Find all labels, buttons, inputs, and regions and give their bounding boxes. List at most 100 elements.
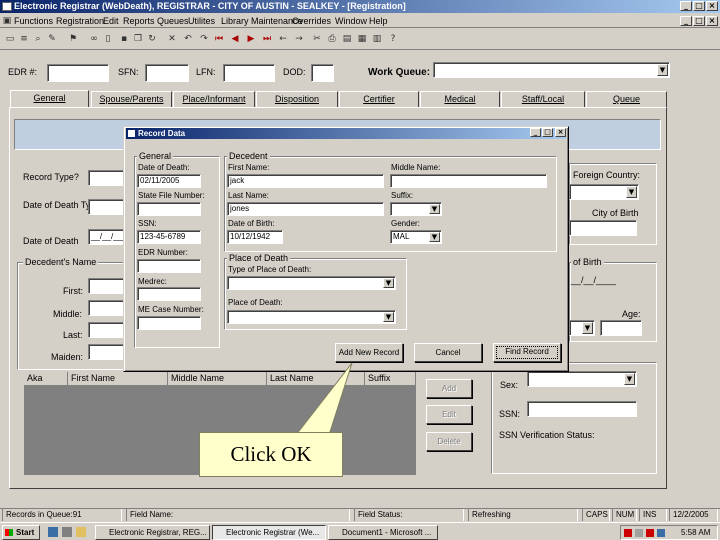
dlg-suffix-select[interactable]: ▼ xyxy=(390,202,442,216)
menu-help[interactable]: Help xyxy=(369,15,388,27)
dlg-place-select[interactable]: ▼ xyxy=(227,310,396,324)
find-record-button[interactable]: Find Record xyxy=(493,343,561,362)
first-name-field[interactable] xyxy=(88,278,124,294)
date-of-birth-value[interactable]: __/__/____ xyxy=(571,275,616,285)
dlg-date-of-death-field[interactable]: 02/11/2005 xyxy=(137,174,201,188)
close-icon[interactable]: × xyxy=(706,1,718,11)
lfn-field[interactable] xyxy=(223,64,275,82)
chevron-down-icon[interactable]: ▼ xyxy=(626,186,637,198)
next-record-icon[interactable]: ▶ xyxy=(244,32,258,46)
tab-queue[interactable]: Queue xyxy=(586,91,667,108)
clock[interactable]: 5:58 AM xyxy=(681,527,710,539)
age-unit-select[interactable]: ▼ xyxy=(569,320,595,336)
task-electronic-registrar-reg[interactable]: Electronic Registrar, REG... xyxy=(95,525,210,540)
sfn-field[interactable] xyxy=(145,64,189,82)
last-record-icon[interactable]: ⏭ xyxy=(260,32,274,46)
doc-icon[interactable]: ▣ xyxy=(2,14,12,28)
menu-window[interactable]: Window xyxy=(335,15,367,27)
dlg-edr-field[interactable] xyxy=(137,259,201,273)
book-icon[interactable]: ▥ xyxy=(370,32,384,46)
tab-certifier[interactable]: Certifier xyxy=(339,91,419,108)
folder-icon[interactable] xyxy=(76,527,86,537)
column-header-aka[interactable]: Aka xyxy=(24,372,68,386)
dlg-medrec-field[interactable] xyxy=(137,287,201,301)
task-electronic-registrar-web[interactable]: Electronic Registrar (We... xyxy=(212,525,326,540)
menu-queues[interactable]: Queues xyxy=(157,15,189,27)
dialog-maximize-icon[interactable]: □ xyxy=(542,128,553,137)
tools-icon[interactable]: ✎ xyxy=(45,32,59,46)
tray-icon-2[interactable] xyxy=(635,529,643,537)
delete-icon[interactable]: ✕ xyxy=(165,32,179,46)
child-close-icon[interactable]: × xyxy=(706,16,718,26)
task-document1[interactable]: Document1 - Microsoft ... xyxy=(328,525,438,540)
tab-staff-local[interactable]: Staff/Local xyxy=(501,91,585,108)
arrow-right-icon[interactable]: → xyxy=(292,32,306,46)
work-queue-select[interactable]: ▼ xyxy=(433,62,670,78)
tab-disposition[interactable]: Disposition xyxy=(256,91,338,108)
arrow-left-icon[interactable]: ← xyxy=(276,32,290,46)
menu-edit[interactable]: Edit xyxy=(103,15,119,27)
date-of-death-type-field[interactable] xyxy=(88,199,124,215)
maximize-icon[interactable]: □ xyxy=(693,1,705,11)
undo-icon[interactable]: ↶ xyxy=(181,32,195,46)
help-icon[interactable]: ? xyxy=(386,32,400,46)
tab-medical[interactable]: Medical xyxy=(420,91,500,108)
chevron-down-icon[interactable]: ▼ xyxy=(657,64,668,76)
search-icon[interactable]: ⌕ xyxy=(31,32,45,46)
cut-icon[interactable]: ✂ xyxy=(310,32,324,46)
dod-field[interactable] xyxy=(311,64,334,82)
copy-icon[interactable]: ❐ xyxy=(131,32,145,46)
column-header-first-name[interactable]: First Name xyxy=(68,372,168,386)
tab-place-informant[interactable]: Place/Informant xyxy=(173,91,255,108)
save-icon[interactable]: ▪ xyxy=(117,32,131,46)
refresh-icon[interactable]: ↻ xyxy=(145,32,159,46)
menu-functions[interactable]: Functions xyxy=(14,15,53,27)
dialog-minimize-icon[interactable]: _ xyxy=(530,128,541,137)
menu-reports[interactable]: Reports xyxy=(123,15,155,27)
chevron-down-icon[interactable]: ▼ xyxy=(429,204,440,214)
foreign-country-select[interactable]: ▼ xyxy=(569,184,639,200)
chevron-down-icon[interactable]: ▼ xyxy=(383,278,394,288)
dlg-state-file-field[interactable] xyxy=(137,202,201,216)
delete-aka-button[interactable]: Delete xyxy=(426,432,472,451)
menu-overrides[interactable]: Overrides xyxy=(292,15,331,27)
chevron-down-icon[interactable]: ▼ xyxy=(582,322,593,334)
page-icon[interactable]: ▯ xyxy=(101,32,115,46)
minimize-icon[interactable]: _ xyxy=(680,1,692,11)
ssn-field[interactable] xyxy=(527,401,637,417)
column-header-suffix[interactable]: Suffix xyxy=(365,372,416,386)
cancel-button[interactable]: Cancel xyxy=(414,343,482,362)
child-restore-icon[interactable]: □ xyxy=(693,16,705,26)
chevron-down-icon[interactable]: ▼ xyxy=(429,232,440,242)
edr-field[interactable] xyxy=(47,64,109,82)
add-aka-button[interactable]: Add xyxy=(426,379,472,398)
chevron-down-icon[interactable]: ▼ xyxy=(383,312,394,322)
record-type-field[interactable] xyxy=(88,170,124,186)
tray-icon-3[interactable] xyxy=(646,529,654,537)
ie-icon[interactable] xyxy=(48,527,58,537)
new-icon[interactable]: ▭ xyxy=(3,32,17,46)
menu-utilites[interactable]: Utilites xyxy=(188,15,215,27)
flag-icon[interactable]: ⚑ xyxy=(66,32,80,46)
start-button[interactable]: Start xyxy=(2,525,40,540)
last-name-field[interactable] xyxy=(88,322,124,338)
dlg-middle-name-field[interactable] xyxy=(390,174,547,188)
chevron-down-icon[interactable]: ▼ xyxy=(624,373,635,385)
city-of-birth-field[interactable] xyxy=(569,220,637,236)
dlg-gender-select[interactable]: MAL ▼ xyxy=(390,230,442,244)
date-of-death-field[interactable]: __/__/____ xyxy=(88,229,124,245)
dialog-close-icon[interactable]: × xyxy=(555,128,566,137)
dlg-type-place-select[interactable]: ▼ xyxy=(227,276,396,290)
print-icon[interactable]: ⎙ xyxy=(325,32,339,46)
dlg-ssn-field[interactable]: 123-45-6789 xyxy=(137,230,201,244)
desktop-icon[interactable] xyxy=(62,527,72,537)
menu-registration[interactable]: Registration xyxy=(56,15,104,27)
dlg-me-case-field[interactable] xyxy=(137,316,201,330)
tab-spouse-parents[interactable]: Spouse/Parents xyxy=(91,91,172,108)
tray-icon-1[interactable] xyxy=(624,529,632,537)
age-field[interactable] xyxy=(600,320,642,336)
maiden-name-field[interactable] xyxy=(88,344,124,360)
middle-name-field[interactable] xyxy=(88,300,124,316)
child-minimize-icon[interactable]: _ xyxy=(680,16,692,26)
dlg-dob-field[interactable]: 10/12/1942 xyxy=(227,230,283,244)
